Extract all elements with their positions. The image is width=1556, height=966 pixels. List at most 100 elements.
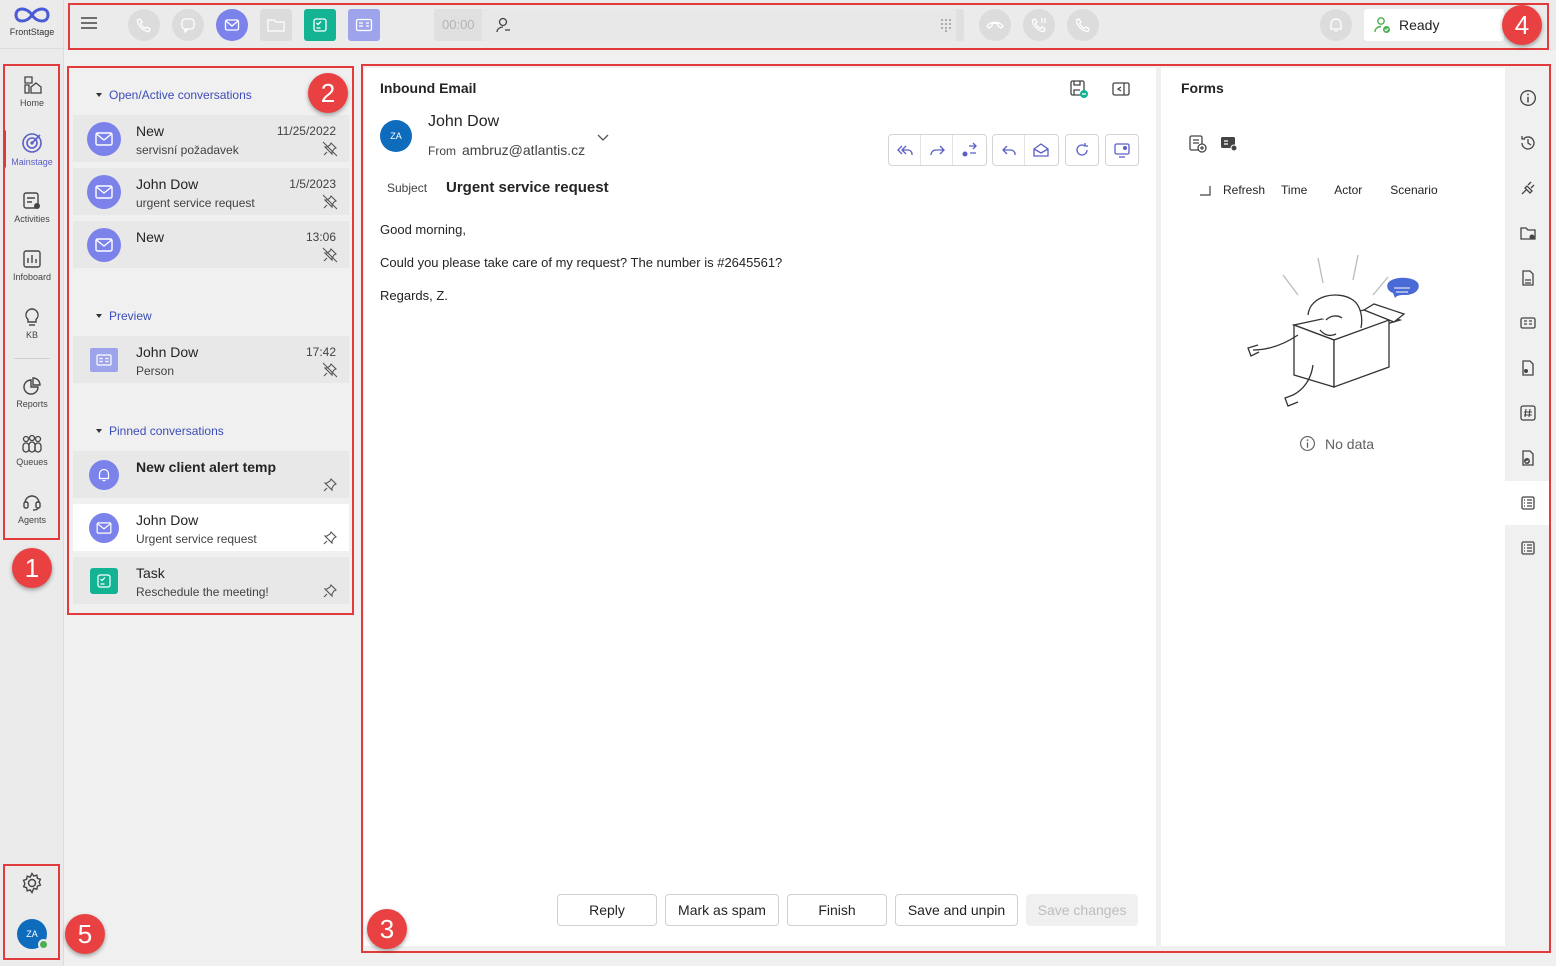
pinned-item-selected[interactable]: John Dow Urgent service request xyxy=(73,504,349,551)
rail-document[interactable] xyxy=(1505,256,1551,300)
section-open-conversations[interactable]: Open/Active conversations xyxy=(96,88,252,102)
settings-button[interactable] xyxy=(20,871,44,895)
consult-user-button[interactable] xyxy=(494,16,512,34)
rail-forms-2[interactable] xyxy=(1505,526,1551,570)
task-channel-button[interactable] xyxy=(304,9,336,41)
expand-recipients-button[interactable] xyxy=(596,130,610,144)
rail-hashtag[interactable] xyxy=(1505,391,1551,435)
reply-button[interactable]: Reply xyxy=(557,894,657,926)
reply-button-icon[interactable] xyxy=(993,135,1025,165)
sender-avatar: ZA xyxy=(380,120,412,152)
pin-icon[interactable] xyxy=(322,583,338,599)
nav-queues[interactable]: Queues xyxy=(0,421,64,479)
headset-icon xyxy=(23,494,41,511)
transfer-button[interactable] xyxy=(953,135,985,165)
preview-item[interactable]: John Dow Person 17:42 xyxy=(73,336,349,383)
pin-icon[interactable] xyxy=(322,477,338,493)
rail-user-doc[interactable] xyxy=(1505,346,1551,390)
conversation-item[interactable]: John Dow urgent service request 1/5/2023 xyxy=(73,168,349,215)
call-button[interactable] xyxy=(1067,9,1099,41)
col-time[interactable]: Time xyxy=(1281,183,1307,197)
notifications-button[interactable] xyxy=(1320,9,1352,41)
rail-history[interactable] xyxy=(1505,121,1551,165)
nav-kb[interactable]: KB xyxy=(0,294,64,352)
screen-share-button[interactable] xyxy=(1106,135,1138,165)
email-panel xyxy=(364,68,1156,946)
unpinned-icon[interactable] xyxy=(322,362,338,378)
reply-all-button[interactable] xyxy=(889,135,921,165)
conversation-title: New xyxy=(136,229,165,245)
status-selector[interactable]: Ready xyxy=(1364,9,1504,41)
save-changes-button[interactable]: Save changes xyxy=(1026,894,1138,926)
col-actor[interactable]: Actor xyxy=(1334,183,1362,197)
section-preview[interactable]: Preview xyxy=(96,309,152,323)
sender-initials: ZA xyxy=(390,131,402,141)
email-avatar xyxy=(87,175,121,209)
unpinned-icon[interactable] xyxy=(322,247,338,263)
form-add-icon xyxy=(1189,135,1207,153)
nav-agents[interactable]: Agents xyxy=(0,479,64,537)
nav-mainstage[interactable]: Mainstage xyxy=(0,120,64,178)
conversation-item[interactable]: New servisní požadavek 11/25/2022 xyxy=(73,115,349,162)
save-and-unpin-button[interactable]: Save and unpin xyxy=(895,894,1018,926)
unpinned-icon[interactable] xyxy=(322,194,338,210)
col-scenario[interactable]: Scenario xyxy=(1390,183,1437,197)
task-icon xyxy=(313,18,327,32)
home-icon xyxy=(24,75,42,94)
mail-icon xyxy=(95,185,113,199)
pinned-item[interactable]: New client alert temp xyxy=(73,451,349,498)
unpinned-icon[interactable] xyxy=(322,141,338,157)
phone-channel-button[interactable] xyxy=(128,9,160,41)
dialpad-button[interactable] xyxy=(939,18,953,32)
no-data-message: No data xyxy=(1299,435,1374,452)
user-avatar[interactable]: ZA xyxy=(17,919,49,950)
callout-4: 4 xyxy=(1502,5,1542,45)
phone-pause-icon xyxy=(1031,18,1046,33)
hamburger-button[interactable] xyxy=(79,13,99,33)
sender-name: John Dow xyxy=(428,113,500,130)
rail-case[interactable] xyxy=(1505,211,1551,255)
no-data-text: No data xyxy=(1325,435,1375,452)
email-channel-button[interactable] xyxy=(216,9,248,41)
document-check-icon xyxy=(1522,450,1534,466)
save-email-button[interactable] xyxy=(1069,79,1089,99)
hold-call-button[interactable] xyxy=(1023,9,1055,41)
conversation-date: 1/5/2023 xyxy=(289,177,336,191)
col-refresh[interactable]: Refresh xyxy=(1223,183,1265,197)
finish-button[interactable]: Finish xyxy=(787,894,887,926)
ready-status-icon xyxy=(1374,17,1390,33)
rail-info[interactable] xyxy=(1505,76,1551,120)
pinned-title: John Dow xyxy=(136,512,199,528)
nav-activities[interactable]: Activities xyxy=(0,178,64,236)
pin-icon[interactable] xyxy=(322,530,338,546)
section-pinned[interactable]: Pinned conversations xyxy=(96,424,224,438)
person-form-button[interactable] xyxy=(1219,134,1239,154)
conversation-subtitle: servisní požadavek xyxy=(136,143,239,157)
email-avatar xyxy=(89,513,119,543)
add-form-button[interactable] xyxy=(1188,134,1208,154)
rail-approval[interactable] xyxy=(1505,436,1551,480)
mark-as-spam-button[interactable]: Mark as spam xyxy=(665,894,779,926)
rail-link[interactable] xyxy=(1505,166,1551,210)
collapse-panel-button[interactable] xyxy=(1111,79,1131,99)
pinned-item[interactable]: Task Reschedule the meeting! xyxy=(73,557,349,604)
left-nav-rail: FrontStage Home Mainstage Activities Inf… xyxy=(0,0,64,966)
mark-read-button[interactable] xyxy=(1025,135,1057,165)
contact-channel-button[interactable] xyxy=(348,9,380,41)
rail-forms[interactable] xyxy=(1505,481,1551,525)
conversation-item[interactable]: New 13:06 xyxy=(73,221,349,268)
nav-infoboard[interactable]: Infoboard xyxy=(0,236,64,294)
nav-home[interactable]: Home xyxy=(0,62,64,120)
people-icon xyxy=(22,434,42,453)
forward-button[interactable] xyxy=(921,135,953,165)
refresh-email-button[interactable] xyxy=(1066,135,1098,165)
from-label: From xyxy=(428,144,456,158)
bell-icon xyxy=(98,468,110,482)
call-panel: 00:00 xyxy=(434,9,964,41)
nav-reports[interactable]: Reports xyxy=(0,363,64,421)
callout-3: 3 xyxy=(367,909,407,949)
case-channel-button[interactable] xyxy=(260,9,292,41)
chat-channel-button[interactable] xyxy=(172,9,204,41)
hangup-button[interactable] xyxy=(979,9,1011,41)
rail-contact[interactable] xyxy=(1505,301,1551,345)
